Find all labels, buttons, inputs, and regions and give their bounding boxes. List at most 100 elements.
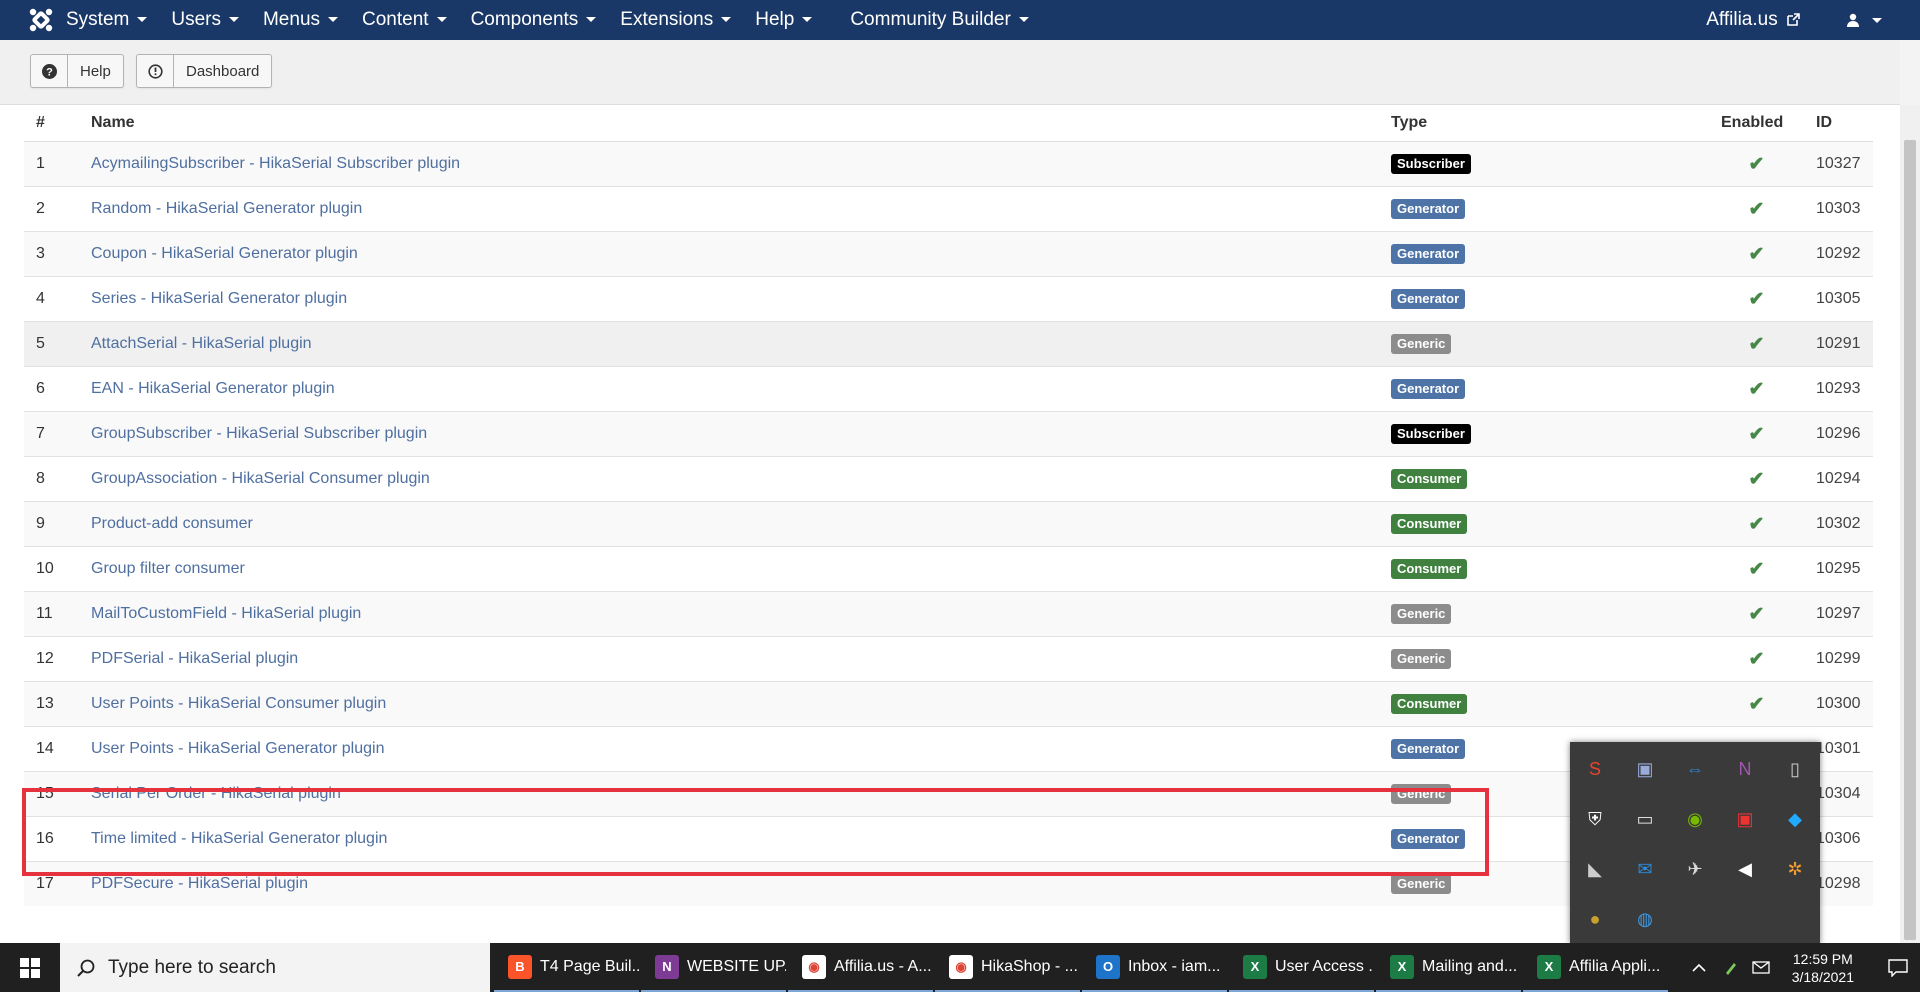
- user-menu[interactable]: [1846, 13, 1882, 27]
- enabled-check-icon[interactable]: ✔: [1749, 469, 1765, 490]
- col-header-num[interactable]: #: [24, 105, 79, 142]
- globe-icon[interactable]: ◍: [1630, 904, 1660, 934]
- plugin-name-link[interactable]: GroupSubscriber - HikaSerial Subscriber …: [91, 425, 427, 442]
- plugin-name-link[interactable]: Random - HikaSerial Generator plugin: [91, 200, 362, 217]
- start-button[interactable]: [0, 943, 60, 992]
- menu-components[interactable]: Components: [471, 9, 597, 31]
- scrollbar-thumb[interactable]: [1904, 140, 1916, 940]
- pen-tray-icon[interactable]: [1716, 960, 1746, 976]
- col-header-type[interactable]: Type: [1379, 105, 1709, 142]
- display-icon[interactable]: ▭: [1630, 804, 1660, 834]
- plugin-name-link[interactable]: PDFSerial - HikaSerial plugin: [91, 650, 298, 667]
- taskbar-app[interactable]: X Mailing and...: [1376, 943, 1521, 992]
- col-header-id[interactable]: ID: [1804, 105, 1873, 142]
- enabled-check-icon[interactable]: ✔: [1749, 694, 1765, 715]
- taskbar-app[interactable]: X User Access ...: [1229, 943, 1374, 992]
- usb-drive-icon[interactable]: ▯: [1780, 754, 1810, 784]
- notification-icon[interactable]: [1876, 958, 1920, 977]
- bee-icon[interactable]: ●: [1580, 904, 1610, 934]
- menu-users[interactable]: Users: [171, 9, 239, 31]
- taskbar-app[interactable]: ◉ HikaShop - ...: [935, 943, 1080, 992]
- row-name-cell: Serial Per Order - HikaSerial plugin: [79, 771, 1379, 817]
- table-row[interactable]: 3 Coupon - HikaSerial Generator plugin Gen…: [24, 231, 1873, 277]
- table-row[interactable]: 8 GroupAssociation - HikaSerial Consumer …: [24, 456, 1873, 502]
- type-badge: Generator: [1391, 199, 1466, 219]
- table-row[interactable]: 5 AttachSerial - HikaSerial plugin Generic…: [24, 321, 1873, 367]
- question-circle-icon: ?: [31, 55, 68, 87]
- nvidia-icon[interactable]: ◉: [1680, 804, 1710, 834]
- menu-extensions[interactable]: Extensions: [620, 9, 732, 31]
- table-row[interactable]: 11 MailToCustomField - HikaSerial plugin G…: [24, 591, 1873, 637]
- plugin-name-link[interactable]: User Points - HikaSerial Consumer plugin: [91, 695, 386, 712]
- table-row[interactable]: 1 AcymailingSubscriber - HikaSerial Subsc…: [24, 141, 1873, 187]
- snagit-icon[interactable]: S: [1580, 754, 1610, 784]
- table-row[interactable]: 10 Group filter consumer Consumer ✔ 10295: [24, 546, 1873, 592]
- enabled-check-icon[interactable]: ✔: [1749, 424, 1765, 445]
- enabled-check-icon[interactable]: ✔: [1749, 199, 1765, 220]
- plugin-name-link[interactable]: AcymailingSubscriber - HikaSerial Subscr…: [91, 155, 460, 172]
- teamviewer-icon[interactable]: ⇔: [1680, 754, 1710, 784]
- plugin-name-link[interactable]: EAN - HikaSerial Generator plugin: [91, 380, 335, 397]
- table-row[interactable]: 13 User Points - HikaSerial Consumer plug…: [24, 681, 1873, 727]
- col-header-enabled[interactable]: Enabled: [1709, 105, 1804, 142]
- menu-content[interactable]: Content: [362, 9, 447, 31]
- orange-app-icon[interactable]: ✲: [1780, 854, 1810, 884]
- plugin-name-link[interactable]: User Points - HikaSerial Generator plugi…: [91, 740, 384, 757]
- enabled-check-icon[interactable]: ✔: [1749, 604, 1765, 625]
- table-row[interactable]: 6 EAN - HikaSerial Generator plugin Genera…: [24, 366, 1873, 412]
- plugin-name-link[interactable]: Serial Per Order - HikaSerial plugin: [91, 785, 341, 802]
- enabled-check-icon[interactable]: ✔: [1749, 289, 1765, 310]
- taskbar-app[interactable]: ◉ Affilia.us - A...: [788, 943, 933, 992]
- row-name-cell: PDFSecure - HikaSerial plugin: [79, 861, 1379, 906]
- enabled-check-icon[interactable]: ✔: [1749, 379, 1765, 400]
- enabled-check-icon[interactable]: ✔: [1749, 559, 1765, 580]
- enabled-check-icon[interactable]: ✔: [1749, 649, 1765, 670]
- plugin-name-link[interactable]: GroupAssociation - HikaSerial Consumer p…: [91, 470, 430, 487]
- wifi-tray-icon[interactable]: ◣: [1580, 854, 1610, 884]
- col-header-name[interactable]: Name: [79, 105, 1379, 142]
- taskbar-app[interactable]: O Inbox - iam...: [1082, 943, 1227, 992]
- satellite-icon[interactable]: ✈: [1680, 854, 1710, 884]
- table-row[interactable]: 2 Random - HikaSerial Generator plugin Gen…: [24, 186, 1873, 232]
- table-row[interactable]: 4 Series - HikaSerial Generator plugin Gen…: [24, 276, 1873, 322]
- menu-community-builder[interactable]: Community Builder: [850, 9, 1029, 31]
- taskbar-app[interactable]: N WEBSITE UP...: [641, 943, 786, 992]
- plugin-name-link[interactable]: Group filter consumer: [91, 560, 245, 577]
- network-monitor-icon[interactable]: ▣: [1630, 754, 1660, 784]
- table-row[interactable]: 12 PDFSerial - HikaSerial plugin Generic ✔ 1…: [24, 636, 1873, 682]
- taskbar-app[interactable]: B T4 Page Buil...: [494, 943, 639, 992]
- enabled-check-icon[interactable]: ✔: [1749, 154, 1765, 175]
- plugin-name-link[interactable]: MailToCustomField - HikaSerial plugin: [91, 605, 361, 622]
- menu-menus[interactable]: Menus: [263, 9, 339, 31]
- table-row[interactable]: 7 GroupSubscriber - HikaSerial Subscriber…: [24, 411, 1873, 457]
- enabled-check-icon[interactable]: ✔: [1749, 334, 1765, 355]
- vpn-icon[interactable]: ◆: [1780, 804, 1810, 834]
- plugin-name-link[interactable]: PDFSecure - HikaSerial plugin: [91, 875, 308, 892]
- plugin-name-link[interactable]: Time limited - HikaSerial Generator plug…: [91, 830, 387, 847]
- chat-icon[interactable]: ✉: [1630, 854, 1660, 884]
- menu-help[interactable]: Help: [755, 9, 813, 31]
- table-row[interactable]: 9 Product-add consumer Consumer ✔ 10302: [24, 501, 1873, 547]
- taskbar-search-box[interactable]: Type here to search: [60, 943, 490, 992]
- help-button[interactable]: ? Help: [30, 54, 124, 88]
- clock[interactable]: 12:59 PM 3/18/2021: [1792, 950, 1854, 986]
- dashboard-button[interactable]: Dashboard: [136, 54, 273, 88]
- enabled-check-icon[interactable]: ✔: [1749, 244, 1765, 265]
- plugin-name-link[interactable]: Coupon - HikaSerial Generator plugin: [91, 245, 358, 262]
- onenote-sync-icon[interactable]: N: [1730, 754, 1760, 784]
- type-badge: Consumer: [1391, 514, 1468, 534]
- joomla-logo-icon[interactable]: [28, 7, 54, 33]
- page-scrollbar[interactable]: [1900, 105, 1920, 943]
- enabled-check-icon[interactable]: ✔: [1749, 514, 1765, 535]
- security-shield-icon[interactable]: ⛨: [1580, 804, 1610, 834]
- taskbar-app[interactable]: X Affilia Appli...: [1523, 943, 1668, 992]
- plugin-name-link[interactable]: Product-add consumer: [91, 515, 253, 532]
- site-link[interactable]: Affilia.us: [1706, 9, 1800, 31]
- plugin-name-link[interactable]: Series - HikaSerial Generator plugin: [91, 290, 347, 307]
- volume-icon[interactable]: ◀: [1730, 854, 1760, 884]
- defender-icon[interactable]: ▣: [1730, 804, 1760, 834]
- chevron-up-icon[interactable]: [1682, 963, 1716, 972]
- plugin-name-link[interactable]: AttachSerial - HikaSerial plugin: [91, 335, 312, 352]
- menu-system[interactable]: System: [66, 9, 148, 31]
- mail-tray-icon[interactable]: [1746, 961, 1776, 974]
